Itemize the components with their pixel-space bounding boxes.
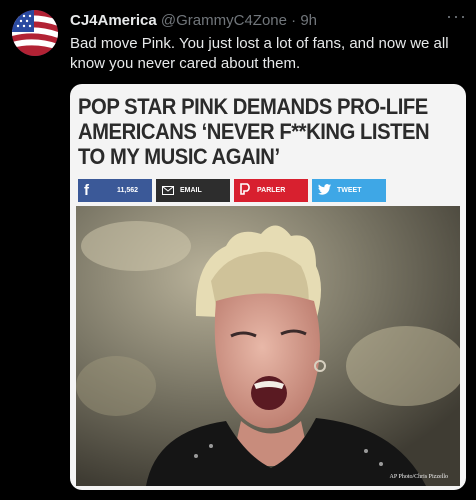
article-headline: POP STAR PINK DEMANDS PRO-LIFE AMERICANS… <box>78 94 430 169</box>
parler-label: PARLER <box>257 187 286 194</box>
separator: · <box>291 12 297 29</box>
tweet-label: TWEET <box>337 187 362 194</box>
timestamp[interactable]: 9h <box>300 12 317 29</box>
singer-photo <box>76 206 460 486</box>
tweet-share-button[interactable]: TWEET <box>312 179 386 202</box>
display-name[interactable]: CJ4America <box>70 12 157 29</box>
twitter-bird-icon <box>318 182 331 199</box>
parler-share-button[interactable]: PARLER <box>234 179 308 202</box>
parler-icon <box>240 182 251 199</box>
link-card[interactable]: POP STAR PINK DEMANDS PRO-LIFE AMERICANS… <box>70 84 466 490</box>
tweet-text: Bad move Pink. You just lost a lot of fa… <box>70 35 449 72</box>
facebook-share-button[interactable]: f 11,562 <box>78 179 152 202</box>
avatar[interactable] <box>12 10 58 56</box>
share-bar: f 11,562 EMAIL PARLER TWEET <box>76 179 466 203</box>
photo-credit: AP Photo/Chris Pizzello <box>389 474 448 480</box>
email-label: EMAIL <box>180 187 202 194</box>
article-photo: AP Photo/Chris Pizzello <box>76 206 460 486</box>
email-icon <box>162 182 174 199</box>
flag-avatar-icon <box>12 10 58 56</box>
handle[interactable]: @GrammyC4Zone <box>161 12 287 29</box>
tweet-header: CJ4America @GrammyC4Zone · 9h <box>70 12 317 30</box>
email-share-button[interactable]: EMAIL <box>156 179 230 202</box>
facebook-icon: f <box>84 182 89 199</box>
more-dots-icon[interactable]: ··· <box>446 6 467 27</box>
facebook-share-count: 11,562 <box>117 187 139 194</box>
